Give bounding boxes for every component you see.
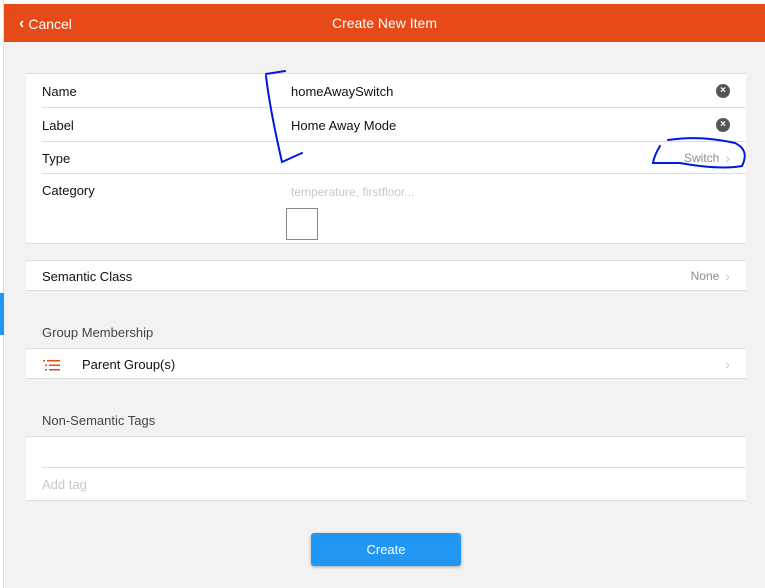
chevron-right-icon: › [725, 356, 730, 372]
group-card: Parent Group(s) › [26, 348, 746, 379]
create-button[interactable]: Create [311, 533, 461, 566]
semantic-class-card: Semantic Class None › [26, 260, 746, 291]
page-title: Create New Item [331, 15, 438, 31]
clear-label-icon[interactable]: × [716, 118, 730, 132]
name-input[interactable]: homeAwaySwitch [291, 84, 393, 99]
add-tag-row[interactable]: Add tag [26, 468, 746, 500]
category-label: Category [42, 183, 95, 198]
category-row: Category temperature, firstfloor... [26, 174, 746, 244]
type-label: Type [42, 150, 71, 166]
tags-heading: Non-Semantic Tags [42, 413, 156, 428]
add-tag-input[interactable]: Add tag [42, 477, 87, 492]
label-label: Label [42, 117, 74, 133]
semantic-class-row[interactable]: Semantic Class None › [26, 261, 746, 291]
semantic-class-value: None [690, 269, 720, 283]
left-panel-accent [0, 293, 4, 335]
parent-groups-label: Parent Group(s) [82, 356, 176, 372]
group-membership-heading: Group Membership [42, 325, 154, 340]
list-icon [43, 359, 61, 371]
label-input[interactable]: Home Away Mode [291, 118, 396, 133]
category-icon-preview [286, 208, 318, 240]
parent-groups-row[interactable]: Parent Group(s) › [26, 349, 746, 379]
navbar: ‹ Cancel Create New Item [4, 4, 765, 42]
tags-card: Add tag [26, 436, 746, 501]
type-value: Switch [683, 151, 720, 165]
chevron-right-icon: › [725, 150, 730, 166]
type-row[interactable]: Type Switch › [26, 142, 746, 174]
item-form-card: Name homeAwaySwitch × Label Home Away Mo… [26, 73, 746, 244]
label-row: Label Home Away Mode × [26, 108, 746, 142]
clear-name-icon[interactable]: × [716, 84, 730, 98]
semantic-class-label: Semantic Class [42, 268, 133, 284]
name-row: Name homeAwaySwitch × [26, 74, 746, 108]
name-label: Name [42, 83, 77, 99]
category-input[interactable]: temperature, firstfloor... [291, 185, 414, 199]
chevron-right-icon: › [725, 268, 730, 284]
tags-list [26, 437, 746, 468]
